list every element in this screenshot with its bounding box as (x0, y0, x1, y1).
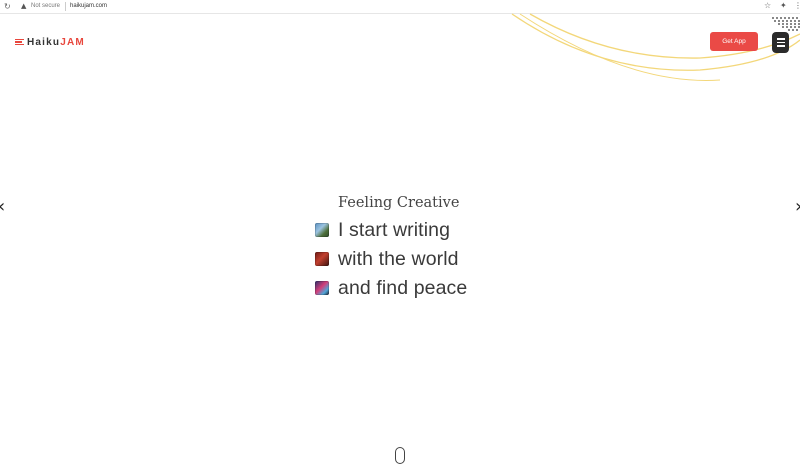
poem-line: and find peace (315, 277, 467, 299)
poem-line-text: and find peace (338, 276, 468, 299)
poem-line: I start writing (315, 219, 450, 241)
colorful-art-thumbnail (315, 281, 329, 295)
address-bar[interactable]: haikujam.com (70, 3, 107, 9)
mouse-scroll-icon[interactable] (395, 447, 405, 464)
chevron-right-icon[interactable]: › (795, 198, 800, 216)
poem-line-text: I start writing (338, 218, 451, 241)
get-app-button[interactable]: Get App (710, 32, 758, 51)
security-label[interactable]: Not secure (31, 3, 60, 9)
dot-pattern (772, 17, 800, 31)
logo-mark-icon (15, 38, 24, 46)
warning-icon[interactable]: ▲ (21, 2, 26, 10)
logo-text-accent: JAM (60, 36, 85, 48)
chevron-left-icon[interactable]: ‹ (0, 198, 5, 216)
more-icon[interactable]: ⋮ (794, 1, 800, 10)
poem-line: with the world (315, 248, 459, 270)
poem-line-text: with the world (338, 247, 459, 270)
hamburger-menu-button[interactable] (772, 32, 789, 53)
logo-text-main: Haiku (27, 36, 61, 48)
red-art-thumbnail (315, 252, 329, 266)
address-separator (65, 2, 66, 11)
reload-icon[interactable]: ↻ (4, 2, 11, 11)
haikujam-logo[interactable]: Haiku JAM (15, 36, 85, 48)
extensions-icon[interactable]: ✦ (780, 1, 787, 10)
star-icon[interactable]: ☆ (764, 1, 771, 10)
browser-toolbar: ↻ ▲ Not secure haikujam.com ☆ ✦ ⋮ (0, 0, 800, 14)
hamburger-icon (776, 38, 785, 40)
hero-heading: Feeling Creative (338, 195, 460, 211)
landscape-thumbnail (315, 223, 329, 237)
